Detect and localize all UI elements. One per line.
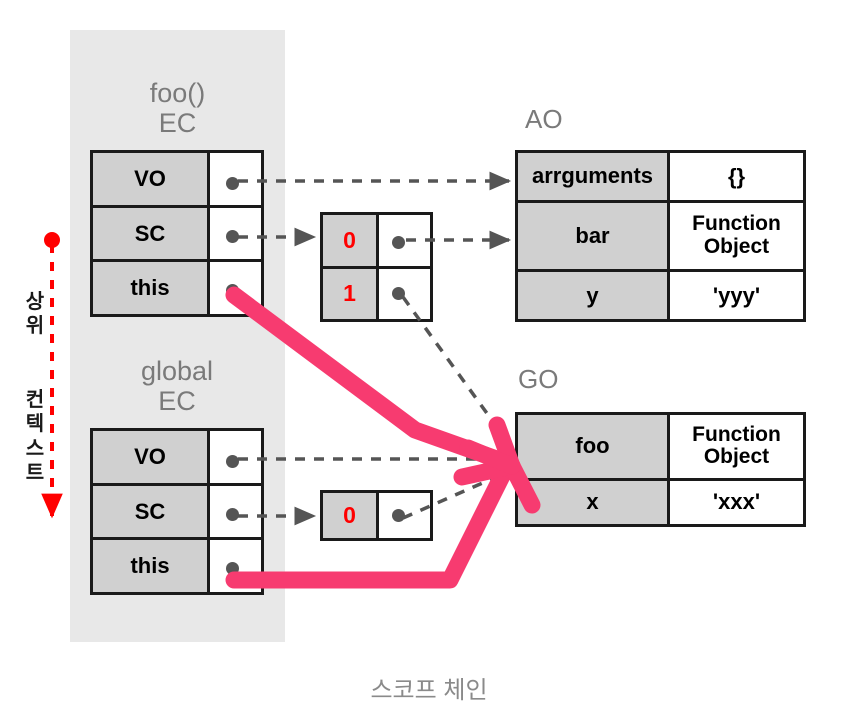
foo-ec-row-vo-value — [210, 153, 261, 205]
upper-context-label-line1: 상위 — [25, 291, 45, 338]
pointer-dot — [226, 562, 239, 576]
table-row: SC — [93, 207, 261, 263]
red-arrow-start-cap — [44, 232, 60, 248]
go-title: GO — [518, 364, 559, 394]
diagram-caption: 스코프 체인 — [370, 677, 488, 704]
global-ec-row-sc-value — [210, 485, 261, 538]
diagram-canvas: foo() EC VO SC this global EC VO SC this… — [0, 0, 858, 716]
global-ec-row-vo-key: VO — [93, 431, 210, 483]
pointer-dot — [392, 509, 405, 522]
ao-row-y-key: y — [518, 272, 670, 320]
foo-ec-row-sc-key: SC — [93, 207, 210, 260]
table-row: SC — [93, 485, 261, 541]
foo-ec-title: foo() EC — [90, 78, 265, 138]
foo-ec-table: VO SC this — [90, 150, 264, 317]
foo-scope-chain-value-1 — [379, 268, 430, 319]
ao-table: arrguments {} bar Function Object y 'yyy… — [515, 150, 806, 322]
ao-title: AO — [525, 104, 563, 134]
global-scope-chain-index-0: 0 — [323, 493, 379, 538]
global-ec-title: global EC — [82, 356, 272, 416]
global-scope-chain-table: 0 — [320, 490, 433, 541]
pointer-dot — [226, 229, 239, 243]
foo-ec-title-line2: EC — [158, 108, 197, 139]
pointer-dot — [226, 177, 239, 190]
table-row: 0 — [323, 493, 430, 538]
table-row: x 'xxx' — [518, 480, 803, 524]
foo-ec-row-this-value — [210, 262, 261, 315]
go-row-foo-key: foo — [518, 415, 670, 478]
pointer-dot — [392, 286, 405, 300]
pointer-dot — [226, 284, 239, 298]
table-row: bar Function Object — [518, 202, 803, 273]
table-row: VO — [93, 153, 261, 208]
global-ec-title-line2: EC — [158, 386, 196, 417]
pointer-dot — [226, 507, 239, 521]
table-row: VO — [93, 431, 261, 486]
go-row-x-key: x — [518, 480, 670, 524]
table-row: arrguments {} — [518, 153, 803, 203]
ao-row-y-value: 'yyy' — [670, 272, 803, 320]
ao-row-arrguments-key: arrguments — [518, 153, 670, 200]
go-row-foo-value: Function Object — [670, 415, 803, 478]
foo-ec-row-this-key: this — [93, 262, 210, 315]
foo-scope-chain-table: 0 1 — [320, 212, 433, 322]
table-row: this — [93, 262, 261, 315]
global-ec-table: VO SC this — [90, 428, 264, 595]
table-row: foo Function Object — [518, 415, 803, 481]
foo-ec-title-line1: foo() — [149, 78, 206, 108]
table-row: y 'yyy' — [518, 272, 803, 320]
go-table: foo Function Object x 'xxx' — [515, 412, 806, 527]
foo-ec-row-vo-key: VO — [93, 153, 210, 205]
go-row-x-value: 'xxx' — [670, 480, 803, 524]
foo-scope-chain-index-0: 0 — [323, 215, 379, 266]
global-ec-row-this-value — [210, 540, 261, 593]
foo-ec-row-sc-value — [210, 207, 261, 260]
foo-scope-chain-index-1: 1 — [323, 268, 379, 319]
table-row: 1 — [323, 268, 430, 319]
global-ec-row-sc-key: SC — [93, 485, 210, 538]
ao-row-bar-key: bar — [518, 202, 670, 270]
table-row: this — [93, 540, 261, 593]
global-ec-row-vo-value — [210, 431, 261, 483]
ao-row-arrguments-value: {} — [670, 153, 803, 200]
foo-scope-chain-value-0 — [379, 215, 430, 266]
upper-context-label-line2: 컨텍스트 — [25, 389, 45, 485]
global-scope-chain-value-0 — [379, 493, 430, 538]
pointer-dot — [392, 236, 405, 249]
global-ec-row-this-key: this — [93, 540, 210, 593]
global-ec-title-line1: global — [140, 356, 214, 386]
pointer-dot — [226, 455, 239, 468]
table-row: 0 — [323, 215, 430, 269]
ao-row-bar-value: Function Object — [670, 202, 803, 270]
upper-context-label-sangwi: 상위 — [22, 290, 48, 339]
upper-context-label-context: 컨텍스트 — [22, 388, 48, 486]
